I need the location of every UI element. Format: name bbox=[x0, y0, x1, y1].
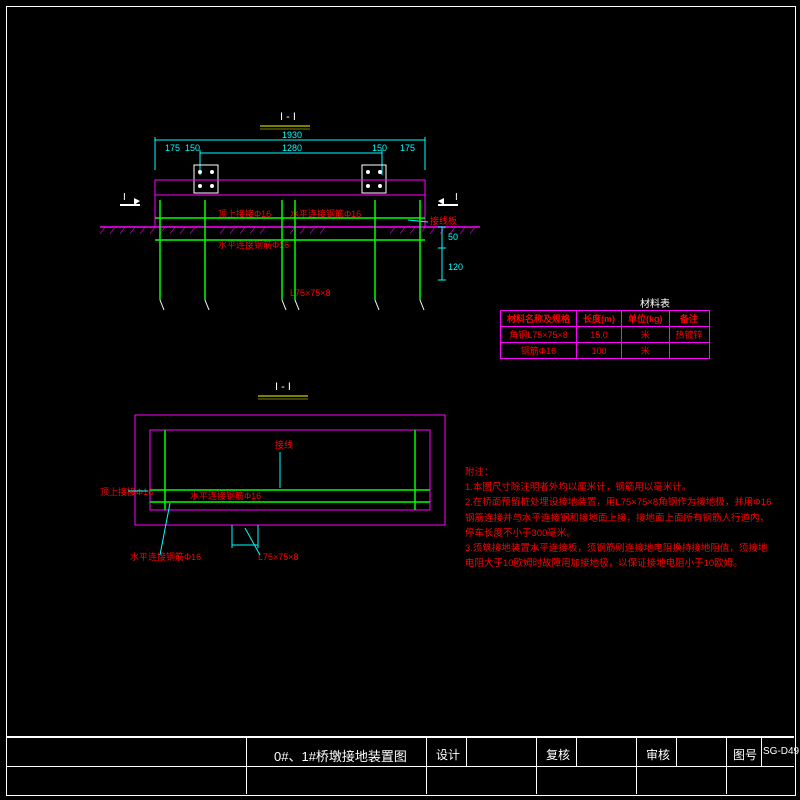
dim-1280: 1280 bbox=[282, 143, 302, 153]
note-2: 2.在桥面预留桩处埋设接地装置，用L75×75×8角钢作为接地极，并用Φ16钢筋… bbox=[465, 495, 775, 541]
section-marker-left: I bbox=[123, 192, 126, 203]
dim-120: 120 bbox=[448, 262, 463, 272]
design-label: 设计 bbox=[436, 746, 460, 763]
label-angle2: L75×75×8 bbox=[258, 552, 299, 562]
dim-150a: 150 bbox=[185, 143, 200, 153]
jiexian-label: 接线板 bbox=[430, 215, 457, 226]
table-header: 单位(kg) bbox=[622, 311, 670, 327]
label-horiz4: 水平连接钢筋Φ16 bbox=[130, 551, 201, 562]
dim-175b: 175 bbox=[400, 143, 415, 153]
sheet-no: SG-D49 bbox=[763, 746, 799, 757]
drawing-canvas: I - I 1930 1280 175 150 150 175 I I 接线板 bbox=[0, 0, 800, 730]
table-row: 材料名称及规格 长度(m) 单位(kg) 备注 bbox=[501, 311, 710, 327]
dim-175a: 175 bbox=[165, 143, 180, 153]
table-row: 角钢L75×75×8 15.0 米 热镀锌 bbox=[501, 327, 710, 343]
table-title: 材料表 bbox=[640, 295, 670, 310]
dim-150b: 150 bbox=[372, 143, 387, 153]
review-label: 复核 bbox=[546, 746, 570, 763]
note-3: 3.须筑接地装置水平连接板，须钢筋则连接地电阻换持接地阻值，须接地电阻大于10欧… bbox=[465, 541, 775, 571]
table-header: 备注 bbox=[669, 311, 709, 327]
title-block: 0#、1#桥墩接地装置图 设计 复核 审核 图号 SG-D49 bbox=[6, 736, 794, 794]
section-marker-right: I bbox=[455, 192, 458, 203]
label-horiz3: 水平连接钢筋Φ16 bbox=[190, 490, 261, 501]
notes-block: 附注： 1.本图尺寸除注明者外均以厘米计，钢筋用以毫米计。 2.在桥面预留桩处埋… bbox=[465, 465, 775, 571]
dim-50: 50 bbox=[448, 232, 458, 242]
section-label-2: I - I bbox=[275, 381, 291, 393]
title-text: 0#、1#桥墩接地装置图 bbox=[274, 746, 407, 765]
table-row: 钢筋Φ16 100 米 bbox=[501, 343, 710, 359]
section-label-top: I - I bbox=[280, 111, 296, 123]
label-jiexian2: 接线 bbox=[275, 439, 293, 450]
check-label: 审核 bbox=[646, 746, 670, 763]
material-table: 材料名称及规格 长度(m) 单位(kg) 备注 角钢L75×75×8 15.0 … bbox=[500, 310, 710, 359]
table-header: 材料名称及规格 bbox=[501, 311, 577, 327]
table-header: 长度(m) bbox=[577, 311, 622, 327]
dim-1930: 1930 bbox=[282, 130, 302, 140]
sheet-label: 图号 bbox=[733, 746, 757, 763]
note-1: 1.本图尺寸除注明者外均以厘米计，钢筋用以毫米计。 bbox=[465, 480, 775, 495]
label-angle: L75×75×8 bbox=[290, 288, 331, 298]
notes-header: 附注： bbox=[465, 465, 775, 480]
